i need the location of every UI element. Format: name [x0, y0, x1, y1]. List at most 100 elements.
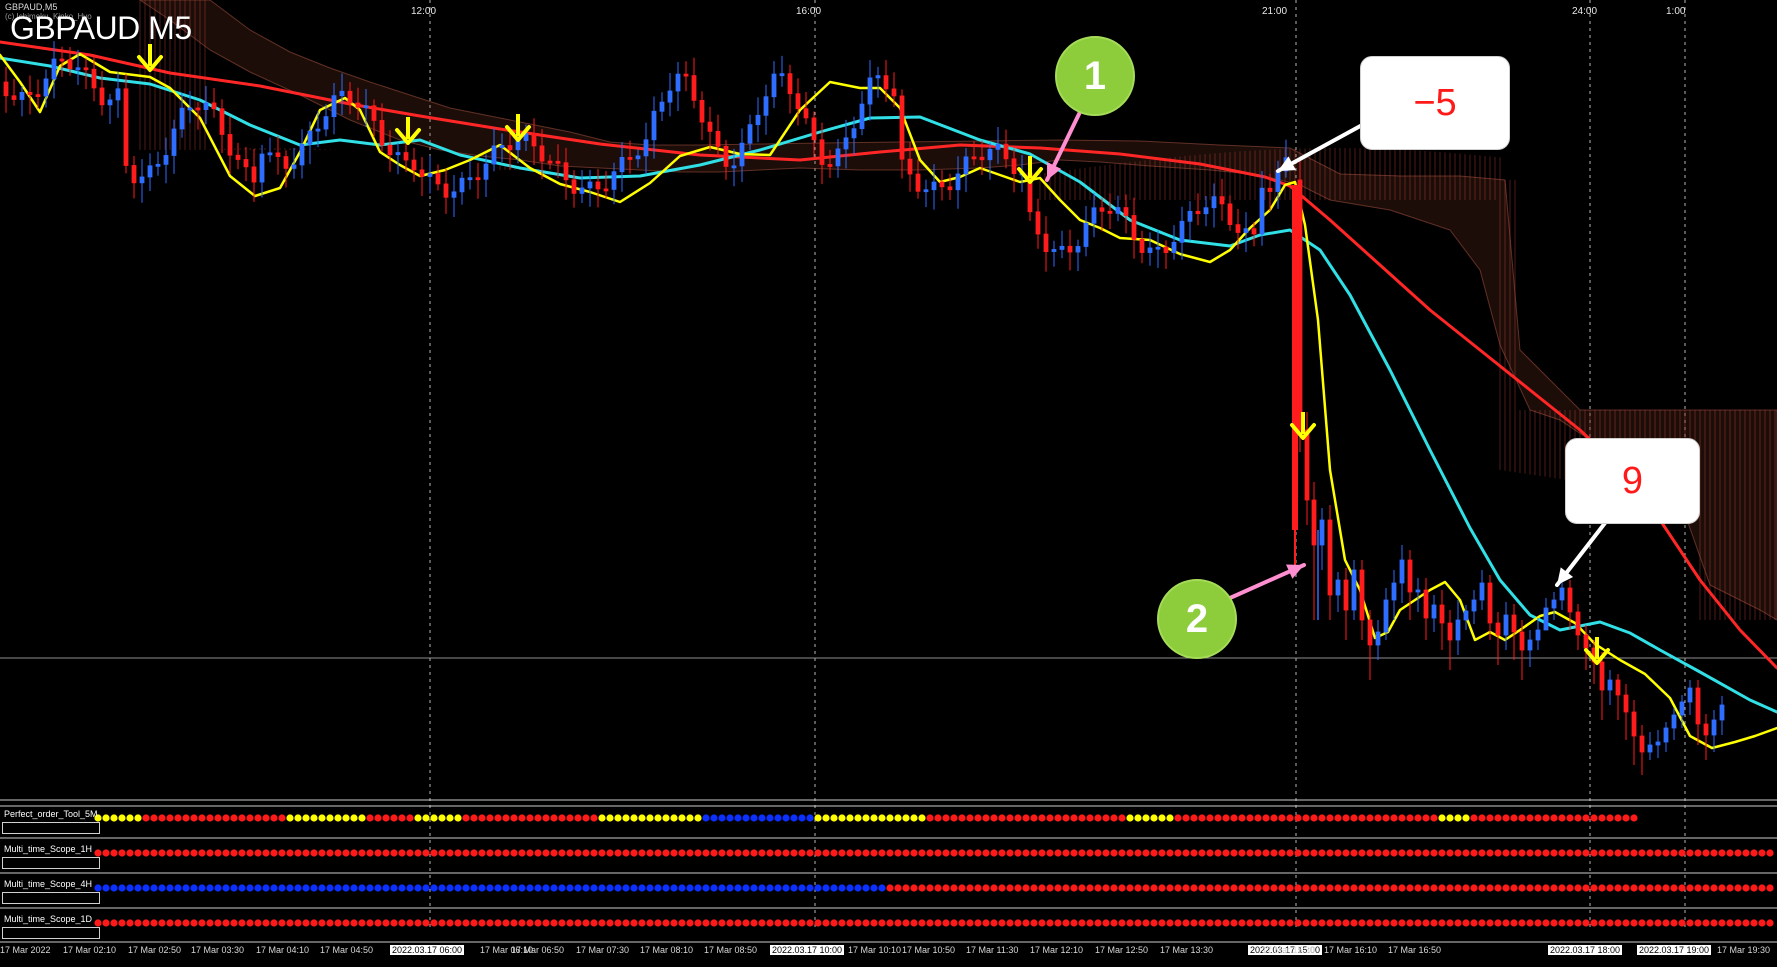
- scope-4h-dot-1-104: [1718, 884, 1726, 892]
- scope-1d-dot-0-110: [974, 919, 982, 927]
- scope-1h-dot-0-58: [558, 849, 566, 857]
- price-chart[interactable]: GBPAUD,M5 (c) Ichimoku_Kinko_Hyo GBPAUD …: [0, 0, 1777, 962]
- candle-body-15: [115, 88, 121, 101]
- candle-body-135: [1075, 246, 1081, 253]
- scope-4h-dot-1-32: [1142, 884, 1150, 892]
- scope-4h-dot-0-8: [158, 884, 166, 892]
- scope-1h-dot-0-166: [1422, 849, 1430, 857]
- scope-1h-dot-0-186: [1582, 849, 1590, 857]
- scope-1h-dot-0-157: [1350, 849, 1358, 857]
- perfect-order-dot-1-3: [166, 814, 174, 822]
- perfect-order-dot-5-1: [470, 814, 478, 822]
- scope-1d-dot-0-190: [1614, 919, 1622, 927]
- candle-body-157: [1251, 228, 1257, 235]
- scope-1d-dot-0-34: [366, 919, 374, 927]
- scope-1h-dot-0-44: [446, 849, 454, 857]
- candle-body-34: [267, 152, 273, 156]
- candle-body-17: [131, 165, 137, 184]
- scope-4h-dot-1-86: [1574, 884, 1582, 892]
- scope-4h-dot-1-105: [1726, 884, 1734, 892]
- scope-1h-dot-0-171: [1462, 849, 1470, 857]
- candle-body-92: [731, 165, 737, 169]
- scope-4h-dot-1-11: [974, 884, 982, 892]
- scope-1h-dot-0-142: [1230, 849, 1238, 857]
- perfect-order-dot-11-17: [1310, 814, 1318, 822]
- scope-1d-dot-0-28: [318, 919, 326, 927]
- perfect-order-dot-6-5: [638, 814, 646, 822]
- scope-1h-dot-0-175: [1494, 849, 1502, 857]
- perfect-order-dot-1-11: [230, 814, 238, 822]
- scope-4h-dot-0-29: [326, 884, 334, 892]
- scope-1d-dot-0-24: [286, 919, 294, 927]
- perfect-order-dot-11-7: [1230, 814, 1238, 822]
- candle-body-165: [1319, 519, 1325, 546]
- scope-4h-dot-0-15: [214, 884, 222, 892]
- scope-1h-dot-0-127: [1110, 849, 1118, 857]
- scope-1d-dot-0-44: [446, 919, 454, 927]
- scope-1d-dot-0-167: [1430, 919, 1438, 927]
- perfect-order-dot-7-5: [742, 814, 750, 822]
- scope-4h-dot-0-58: [558, 884, 566, 892]
- perfect-order-dot-11-3: [1198, 814, 1206, 822]
- scope-1d-dot-0-145: [1254, 919, 1262, 927]
- scope-1d-dot-0-90: [814, 919, 822, 927]
- panel-box-1d: [2, 927, 100, 939]
- candle-body-37: [291, 164, 297, 169]
- scope-1h-dot-0-117: [1030, 849, 1038, 857]
- scope-4h-dot-1-94: [1638, 884, 1646, 892]
- perfect-order-dot-9-10: [1006, 814, 1014, 822]
- scope-1h-dot-0-190: [1614, 849, 1622, 857]
- scope-1h-dot-0-38: [398, 849, 406, 857]
- scope-4h-dot-0-52: [510, 884, 518, 892]
- scope-1d-dot-0-111: [982, 919, 990, 927]
- candle-body-40: [315, 128, 321, 132]
- candle-body-100: [795, 93, 801, 110]
- scope-1d-dot-0-143: [1238, 919, 1246, 927]
- perfect-order-dot-6-8: [662, 814, 670, 822]
- scope-1h-dot-0-178: [1518, 849, 1526, 857]
- perfect-order-dot-11-1: [1182, 814, 1190, 822]
- scope-4h-dot-1-90: [1606, 884, 1614, 892]
- scope-4h-dot-0-3: [118, 884, 126, 892]
- candle-body-88: [699, 99, 705, 123]
- scope-4h-dot-1-39: [1198, 884, 1206, 892]
- candle-body-186: [1487, 582, 1493, 624]
- scope-1d-dot-0-204: [1726, 919, 1734, 927]
- scope-1d-dot-0-156: [1342, 919, 1350, 927]
- chart-canvas[interactable]: [0, 0, 1777, 962]
- candle-body-91: [723, 145, 729, 167]
- scope-1d-dot-0-38: [398, 919, 406, 927]
- annotation-badge-1: 1: [1055, 36, 1135, 116]
- scope-1d-dot-0-138: [1198, 919, 1206, 927]
- scope-1h-dot-0-87: [790, 849, 798, 857]
- perfect-order-dot-1-17: [278, 814, 286, 822]
- perfect-order-dot-5-14: [574, 814, 582, 822]
- candle-body-115: [915, 173, 921, 192]
- scope-1d-dot-0-39: [406, 919, 414, 927]
- scope-1h-dot-0-0: [94, 849, 102, 857]
- scope-1h-dot-0-202: [1710, 849, 1718, 857]
- perfect-order-dot-13-7: [1526, 814, 1534, 822]
- perfect-order-dot-11-9: [1246, 814, 1254, 822]
- scope-1h-dot-0-95: [854, 849, 862, 857]
- scope-1d-dot-0-147: [1270, 919, 1278, 927]
- scope-1d-dot-0-85: [774, 919, 782, 927]
- scope-4h-dot-0-51: [502, 884, 510, 892]
- scope-1h-dot-0-151: [1302, 849, 1310, 857]
- scope-1d-dot-0-104: [926, 919, 934, 927]
- candle-body-202: [1615, 679, 1621, 696]
- perfect-order-dot-11-26: [1382, 814, 1390, 822]
- scope-4h-dot-0-31: [342, 884, 350, 892]
- perfect-order-dot-9-4: [958, 814, 966, 822]
- scope-4h-dot-1-4: [918, 884, 926, 892]
- perfect-order-dot-5-6: [510, 814, 518, 822]
- perfect-order-dot-11-0: [1174, 814, 1182, 822]
- scope-1h-dot-0-106: [942, 849, 950, 857]
- perfect-order-dot-9-17: [1062, 814, 1070, 822]
- scope-1h-dot-0-139: [1206, 849, 1214, 857]
- scope-1d-dot-0-135: [1174, 919, 1182, 927]
- scope-4h-dot-1-38: [1190, 884, 1198, 892]
- candle-body-198: [1583, 634, 1589, 649]
- perfect-order-dot-9-18: [1070, 814, 1078, 822]
- candle-body-178: [1423, 589, 1429, 619]
